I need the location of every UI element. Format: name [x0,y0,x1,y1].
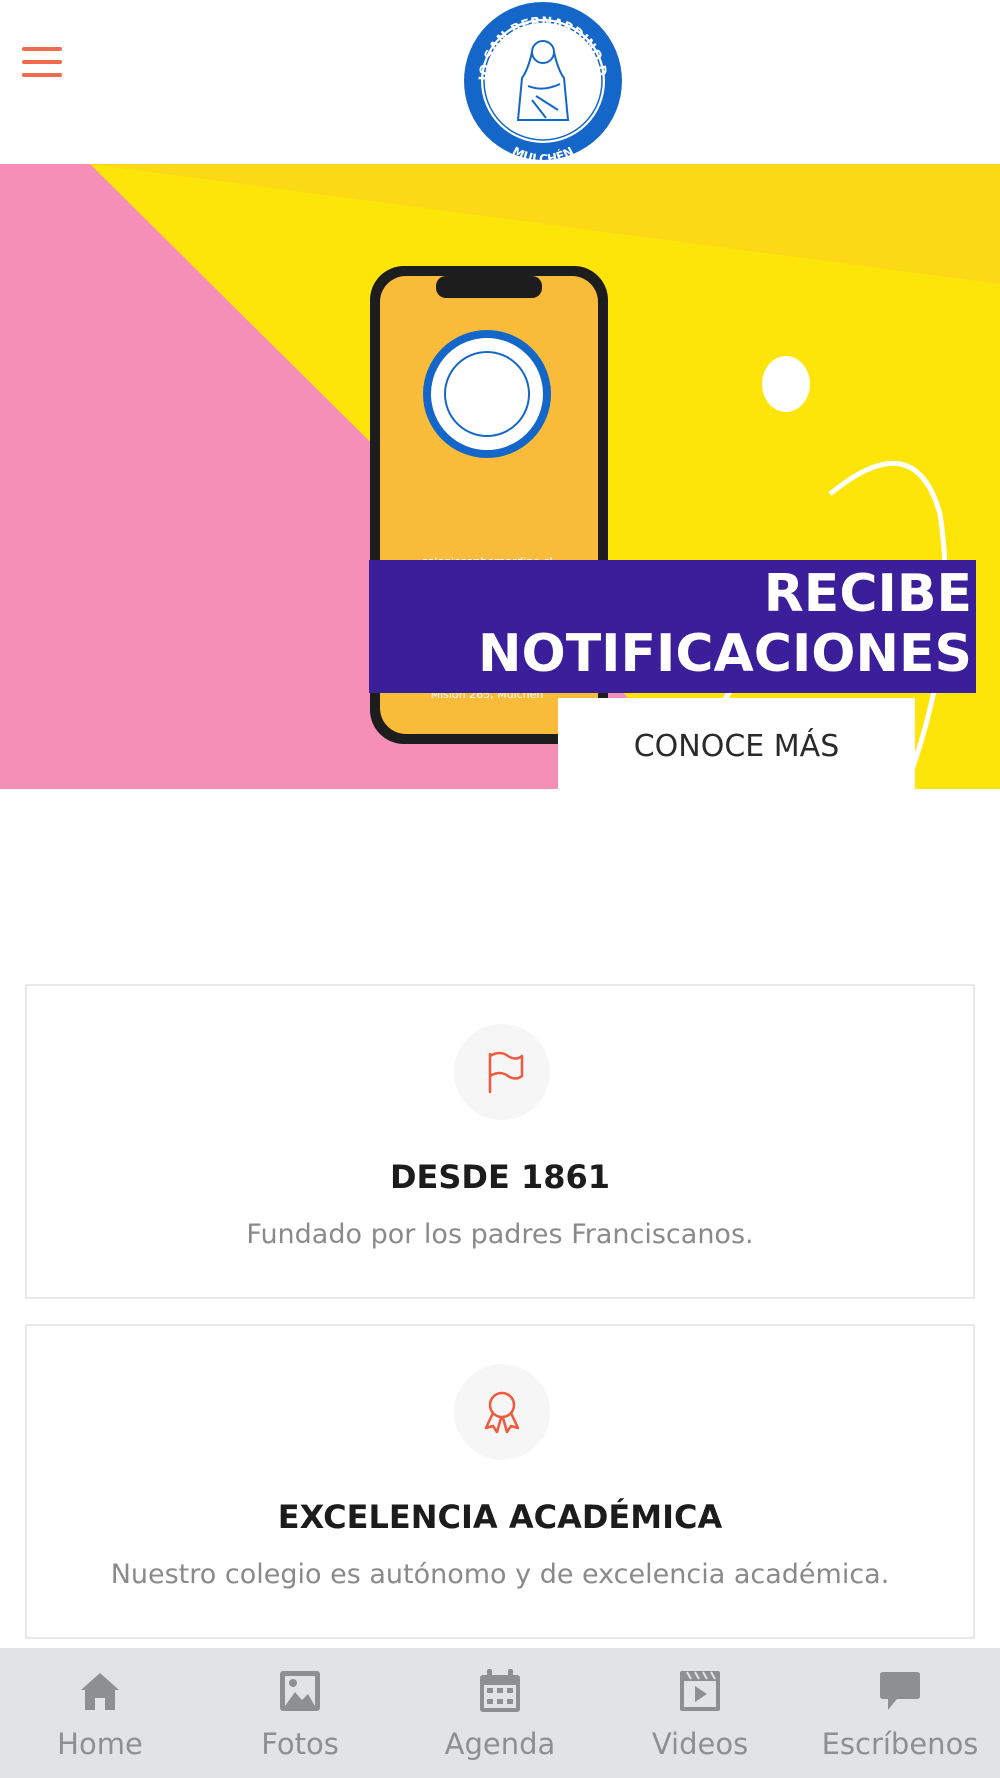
school-logo[interactable]: COLEGIO SAN BERNARDINO DE SENA MULCHÉN [456,0,624,166]
tab-agenda[interactable]: Agenda [400,1648,600,1778]
home-icon [81,1673,119,1710]
tab-home[interactable]: Home [0,1648,200,1778]
feature-description: Fundado por los padres Franciscanos. [246,1219,754,1250]
hamburger-icon-bar [22,60,62,64]
award-ribbon-icon [454,1364,550,1460]
hero-title-line1: RECIBE [763,564,972,624]
feature-card-academics: EXCELENCIA ACADÉMICA Nuestro colegio es … [25,1324,975,1639]
image-icon [280,1671,320,1711]
tab-videos[interactable]: Videos [600,1648,800,1778]
calendar-icon [480,1669,520,1712]
learn-more-button[interactable]: CONOCE MÁS [558,698,915,789]
flag-icon [454,1024,550,1120]
hamburger-icon [22,47,62,51]
video-icon [680,1671,720,1711]
feature-title: EXCELENCIA ACADÉMICA [277,1498,723,1536]
hamburger-icon-bar [22,73,62,77]
hero-banner: colegiosanbernardino.cl Misión 265, Mulc… [0,164,1000,789]
menu-button[interactable] [22,44,66,80]
tab-label: Agenda [444,1727,556,1761]
tab-label: Videos [651,1727,749,1761]
tab-label: Escríbenos [821,1727,979,1761]
tab-photos[interactable]: Fotos [200,1648,400,1778]
tab-label: Fotos [261,1727,339,1761]
hero-title-line2: NOTIFICACIONES [477,624,972,684]
tab-label: Home [57,1727,143,1761]
bottom-tab-bar: Home Fotos Agenda Videos Escríbenos [0,1648,1000,1778]
tab-contact[interactable]: Escríbenos [800,1648,1000,1778]
feature-title: DESDE 1861 [389,1158,611,1196]
app-header: COLEGIO SAN BERNARDINO DE SENA MULCHÉN [0,0,1000,166]
hero-title: RECIBE NOTIFICACIONES [369,560,976,693]
hero-background-image: colegiosanbernardino.cl Misión 265, Mulc… [0,164,1000,789]
feature-description: Nuestro colegio es autónomo y de excelen… [110,1559,890,1590]
comment-icon [880,1672,920,1710]
feature-card-history: DESDE 1861 Fundado por los padres Franci… [25,984,975,1299]
